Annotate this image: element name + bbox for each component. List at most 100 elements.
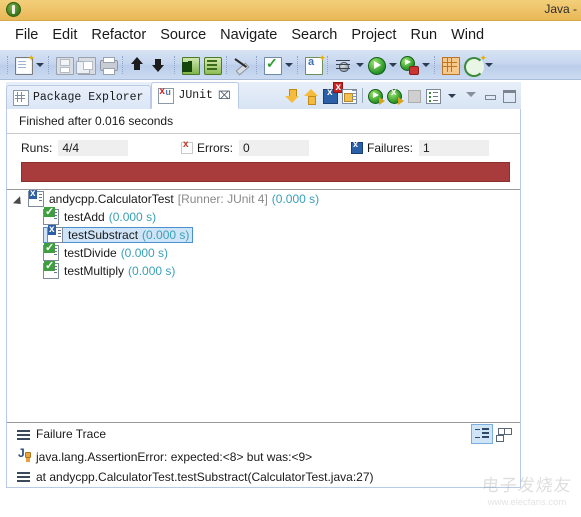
scroll-lock-button[interactable] bbox=[340, 87, 358, 105]
run-config-button[interactable] bbox=[399, 55, 419, 75]
save-all-button[interactable] bbox=[76, 55, 96, 75]
import-button[interactable] bbox=[150, 55, 170, 75]
view-tab-strip: Package Explorer JUnit ⌧ bbox=[6, 81, 521, 109]
export-button[interactable] bbox=[128, 55, 148, 75]
filter-stack-trace-button[interactable] bbox=[471, 424, 493, 444]
coverage-button[interactable] bbox=[462, 53, 487, 77]
tab-package-explorer[interactable]: Package Explorer bbox=[6, 85, 152, 109]
tree-row-testSubstract[interactable]: testSubstract (0.000 s) bbox=[7, 225, 520, 244]
menu-search[interactable]: Search bbox=[284, 27, 344, 43]
test-run-history-button[interactable] bbox=[424, 87, 442, 105]
test-run-history-icon bbox=[426, 88, 441, 104]
checkmark-button[interactable] bbox=[262, 55, 282, 75]
minimize-button[interactable] bbox=[481, 87, 499, 105]
test-tree[interactable]: andycpp.CalculatorTest [Runner: JUnit 4]… bbox=[7, 189, 520, 422]
failure-trace-line[interactable]: java.lang.AssertionError: expected:<8> b… bbox=[7, 446, 520, 467]
errors-value: 0 bbox=[239, 140, 309, 156]
title-bar: Java - bbox=[0, 0, 581, 21]
coverage-icon bbox=[464, 53, 487, 77]
eclipse-icon bbox=[6, 2, 21, 17]
junit-view: Package Explorer JUnit ⌧ Finished after … bbox=[6, 81, 521, 488]
package-button[interactable] bbox=[440, 55, 460, 75]
tree-item-label: testSubstract bbox=[68, 228, 139, 242]
stop-button[interactable] bbox=[405, 87, 423, 105]
tree-row-testAdd[interactable]: testAdd (0.000 s) bbox=[7, 207, 520, 226]
failure-trace-title: Failure Trace bbox=[36, 427, 107, 441]
checkmark-icon bbox=[264, 55, 282, 75]
junit-icon bbox=[158, 86, 175, 104]
no-pen-button[interactable] bbox=[232, 55, 252, 75]
failure-trace-body[interactable]: java.lang.AssertionError: expected:<8> b… bbox=[7, 445, 520, 487]
failures-counter: Failures: 1 bbox=[351, 139, 490, 156]
tree-root-runner: [Runner: JUnit 4] bbox=[177, 192, 268, 206]
new-dropdown-arrow-icon[interactable] bbox=[34, 55, 45, 75]
compare-result-button[interactable] bbox=[495, 425, 515, 443]
scroll-lock-icon bbox=[342, 88, 357, 104]
failure-trace-icon bbox=[17, 429, 30, 440]
tree-item-label: testAdd bbox=[64, 210, 105, 224]
tree-row-testMultiply[interactable]: testMultiply (0.000 s) bbox=[7, 261, 520, 280]
debug-dropdown-arrow-icon[interactable] bbox=[354, 55, 365, 75]
menu-source[interactable]: Source bbox=[153, 27, 213, 43]
toolbar-separator bbox=[7, 55, 9, 74]
new-class-icon bbox=[305, 53, 326, 75]
new-document-button[interactable] bbox=[13, 53, 35, 75]
maximize-button[interactable] bbox=[500, 87, 518, 105]
menu-file[interactable]: File bbox=[8, 27, 45, 43]
menu-edit[interactable]: Edit bbox=[45, 27, 84, 43]
print-button[interactable] bbox=[98, 55, 118, 75]
junit-counters: Runs: 4/4 Errors: 0 Failures: 1 bbox=[7, 134, 520, 162]
failure-trace-header: Failure Trace bbox=[7, 422, 520, 445]
compare-result-icon bbox=[498, 428, 512, 440]
view-toolbar-separator bbox=[362, 88, 363, 103]
filter-stack-trace-icon bbox=[475, 428, 489, 440]
menu-project[interactable]: Project bbox=[344, 27, 403, 43]
tab-junit[interactable]: JUnit ⌧ bbox=[151, 82, 239, 109]
toolbar-separator bbox=[297, 55, 299, 74]
package-icon bbox=[442, 56, 460, 75]
test-passed-icon bbox=[43, 243, 59, 261]
menu-run[interactable]: Run bbox=[403, 27, 444, 43]
rerun-arrow-icon bbox=[379, 96, 385, 105]
stack-frame-icon bbox=[17, 470, 31, 484]
test-progress-bar bbox=[21, 162, 510, 182]
rerun-test-button[interactable] bbox=[367, 87, 385, 105]
tree-item-time: (0.000 s) bbox=[142, 228, 190, 242]
package-explorer-icon bbox=[13, 89, 29, 106]
new-class-button[interactable] bbox=[303, 53, 326, 75]
run-button[interactable] bbox=[366, 55, 386, 75]
menu-refactor[interactable]: Refactor bbox=[84, 27, 153, 43]
debug-button[interactable] bbox=[333, 55, 353, 75]
collapse-arrow-icon[interactable] bbox=[15, 194, 26, 205]
menu-navigate[interactable]: Navigate bbox=[213, 27, 284, 43]
show-failures-only-button[interactable] bbox=[321, 81, 343, 105]
previous-failure-button[interactable] bbox=[302, 87, 320, 105]
rerun-failed-tests-button[interactable] bbox=[386, 87, 404, 105]
failure-trace-line[interactable]: at andycpp.CalculatorTest.testSubstract(… bbox=[7, 467, 520, 487]
tree-row-root[interactable]: andycpp.CalculatorTest [Runner: JUnit 4]… bbox=[7, 190, 520, 208]
menu-window[interactable]: Wind bbox=[444, 27, 491, 43]
tree-row-testDivide[interactable]: testDivide (0.000 s) bbox=[7, 243, 520, 262]
runs-counter: Runs: 4/4 bbox=[21, 140, 181, 156]
run-config-badge-icon bbox=[409, 65, 419, 75]
runs-label: Runs: bbox=[21, 141, 53, 155]
save-icon bbox=[56, 56, 74, 75]
run-icon bbox=[368, 56, 386, 75]
run-dropdown-arrow-icon[interactable] bbox=[387, 55, 398, 75]
error-icon bbox=[181, 139, 193, 154]
tree-item-time: (0.000 s) bbox=[108, 210, 157, 224]
tree-root-time: (0.000 s) bbox=[271, 192, 320, 206]
close-icon[interactable]: ⌧ bbox=[218, 89, 231, 102]
run-config-dropdown-arrow-icon[interactable] bbox=[420, 55, 431, 75]
failure-trace-toolbar bbox=[471, 424, 520, 444]
checkmark-dropdown-arrow-icon[interactable] bbox=[283, 55, 294, 75]
download-button[interactable] bbox=[180, 55, 200, 75]
minimize-arrow-icon[interactable] bbox=[462, 87, 480, 105]
stop-icon bbox=[408, 89, 421, 103]
save-button[interactable] bbox=[54, 55, 74, 75]
coverage-dropdown-arrow-icon[interactable] bbox=[483, 55, 494, 75]
view-menu-button[interactable] bbox=[443, 87, 461, 105]
database-button[interactable] bbox=[202, 55, 222, 75]
next-failure-button[interactable] bbox=[283, 87, 301, 105]
errors-label: Errors: bbox=[197, 141, 233, 155]
